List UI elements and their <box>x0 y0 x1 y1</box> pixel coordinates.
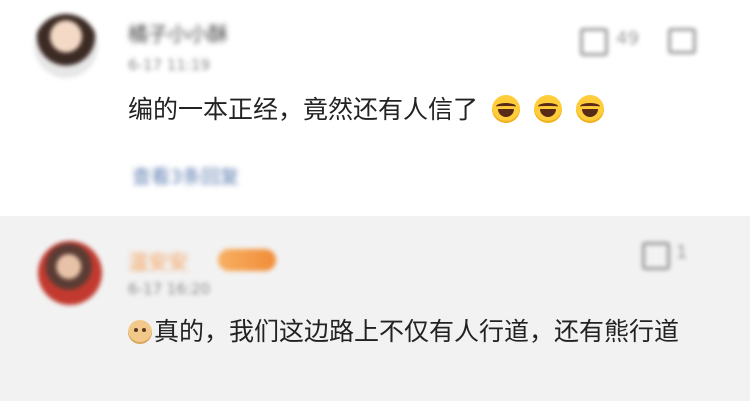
like-icon[interactable] <box>642 242 670 270</box>
comment-body: 编的一本正经，竟然还有人信了 <box>128 90 604 130</box>
laughing-crying-icon <box>575 95 604 123</box>
like-icon[interactable] <box>580 28 608 56</box>
avatar[interactable] <box>38 241 102 305</box>
comment-actions: 1 <box>580 238 730 270</box>
doge-icon <box>128 320 152 344</box>
comment-actions: 49 <box>580 24 730 56</box>
comment-text: 编的一本正经，竟然还有人信了 <box>128 95 479 124</box>
comment-text: 真的，我们这边路上不仅有人行道，还有熊行道 <box>154 317 680 346</box>
comment-username[interactable]: 温安安 <box>128 246 188 275</box>
member-badge <box>218 249 276 271</box>
comment-icon[interactable] <box>668 28 696 54</box>
comment-item: 温安安 6-17 16:20 1 真的，我们这边路上不仅有人行道，还有熊行道 <box>0 216 750 401</box>
laughing-crying-icon <box>533 95 562 123</box>
comment-timestamp: 6-17 16:20 <box>128 280 211 298</box>
comment-username[interactable]: 橘子小小酥 <box>128 18 228 47</box>
comment-body: 真的，我们这边路上不仅有人行道，还有熊行道 <box>128 312 728 352</box>
avatar[interactable] <box>34 14 98 78</box>
like-count: 1 <box>676 242 688 263</box>
comment-thread: 橘子小小酥 6-17 11:19 49 编的一本正经，竟然还有人信了 查看3条回… <box>0 0 750 401</box>
laughing-crying-icon <box>491 95 520 123</box>
comment-item: 橘子小小酥 6-17 11:19 49 编的一本正经，竟然还有人信了 查看3条回… <box>0 0 750 216</box>
like-count: 49 <box>616 28 639 49</box>
comment-timestamp: 6-17 11:19 <box>128 56 211 74</box>
view-replies-link[interactable]: 查看3条回复 <box>132 162 239 189</box>
